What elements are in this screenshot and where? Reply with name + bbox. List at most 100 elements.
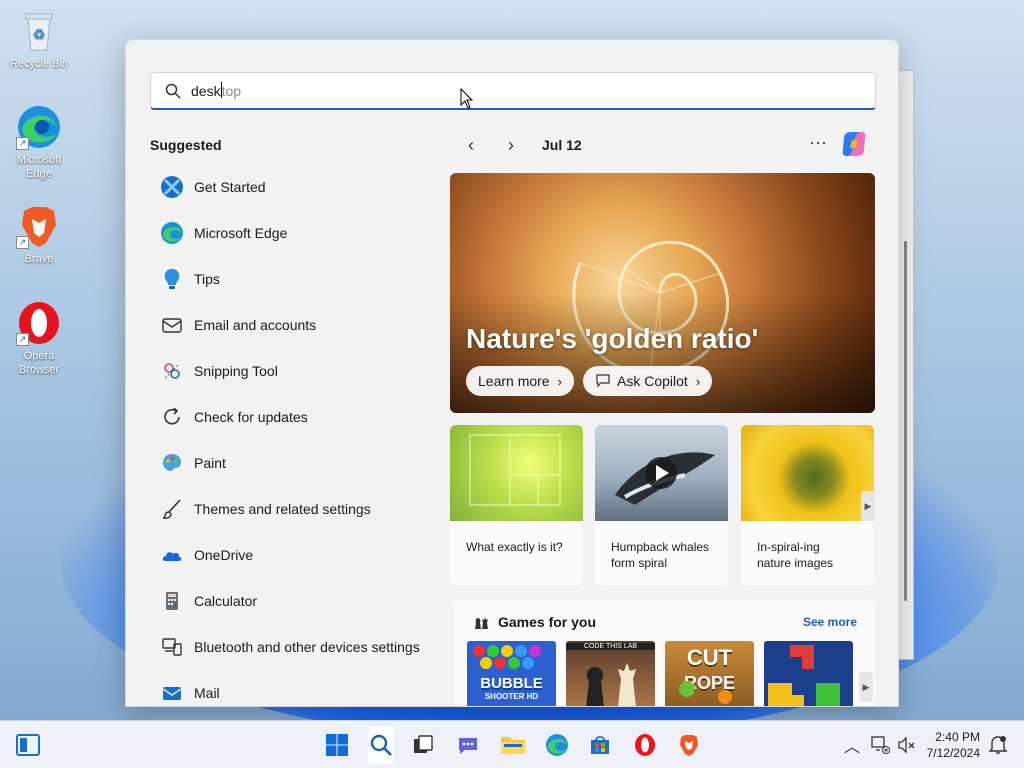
edge-icon — [546, 734, 568, 756]
suggested-item-label: Microsoft Edge — [194, 225, 288, 241]
mouse-pointer-icon — [460, 88, 474, 109]
suggested-item-label: Paint — [194, 455, 226, 471]
task-view-button[interactable] — [409, 731, 437, 759]
desktop-icon-microsoft-edge[interactable]: ↗ Microsoft Edge — [4, 104, 74, 181]
suggested-item-snipping-tool[interactable]: Snipping Tool — [150, 348, 440, 394]
suggested-item-tips[interactable]: Tips — [150, 256, 440, 302]
see-more-link[interactable]: See more — [803, 615, 857, 629]
game-tile-chess[interactable]: CODE THIS LAB — [566, 641, 655, 706]
search-icon — [165, 83, 181, 99]
suggested-item-onedrive[interactable]: OneDrive — [150, 532, 440, 578]
microsoft-store-button[interactable] — [586, 731, 614, 759]
search-autocomplete-text: top — [221, 82, 242, 99]
search-input[interactable]: desk top — [150, 72, 876, 110]
highlight-card[interactable]: Humpback whales form spiral — [595, 425, 728, 585]
clock-date: 7/12/2024 — [926, 746, 980, 760]
brave-lion-icon — [680, 735, 698, 756]
chess-pieces-icon — [475, 617, 488, 629]
taskbar-edge-button[interactable] — [543, 731, 571, 759]
volume-button[interactable] — [892, 731, 920, 759]
highlight-card[interactable]: What exactly is it? — [450, 425, 583, 585]
chevron-up-icon: ︿ — [843, 739, 860, 756]
shortcut-arrow-icon: ↗ — [16, 137, 29, 150]
widgets-button[interactable] — [14, 731, 42, 759]
desktop-icon-recycle-bin[interactable]: ♻ Recycle Bin — [4, 8, 74, 71]
mail-icon — [160, 681, 184, 705]
ask-copilot-label: Ask Copilot — [617, 373, 688, 389]
desktop-icon-label: Brave — [24, 253, 54, 265]
game-tile-bubble-shooter[interactable]: BUBBLE SHOOTER HD — [467, 641, 556, 706]
chevron-right-icon: › — [557, 373, 562, 389]
desktop-icon-label: Edge — [26, 168, 52, 180]
ask-copilot-button[interactable]: Ask Copilot › — [583, 366, 713, 396]
sunflower-image — [741, 425, 874, 521]
system-clock[interactable]: 2:40 PM 7/12/2024 — [927, 729, 980, 761]
game-tile-cut-the-rope[interactable]: CUT ROPE — [665, 641, 754, 706]
edge-icon: ↗ — [16, 104, 62, 150]
games-section: Games for you See more BUBBLE SHOOTER HD… — [454, 600, 875, 706]
suggested-item-calculator[interactable]: Calculator — [150, 578, 440, 624]
games-scroll-right-button[interactable]: ▶ — [859, 672, 873, 702]
taskbar-opera-button[interactable] — [631, 731, 659, 759]
tips-icon — [160, 267, 184, 291]
notifications-button[interactable] — [984, 731, 1012, 759]
notification-bell-icon — [988, 736, 1008, 754]
search-typed-text: desk — [191, 82, 221, 99]
start-button[interactable] — [323, 731, 351, 759]
learn-more-button[interactable]: Learn more › — [466, 366, 574, 396]
suggested-item-check-updates[interactable]: Check for updates — [150, 394, 440, 440]
game-tile-title: BUBBLE — [480, 675, 543, 692]
suggested-item-paint[interactable]: Paint — [150, 440, 440, 486]
network-status-button[interactable] — [866, 731, 894, 759]
suggested-item-mail[interactable]: Mail — [150, 670, 440, 706]
brave-lion-icon: ↗ — [16, 203, 62, 249]
paint-icon — [160, 451, 184, 475]
suggested-item-bluetooth-devices[interactable]: Bluetooth and other devices settings — [150, 624, 440, 670]
suggested-item-label: Snipping Tool — [194, 363, 278, 379]
game-tile-title: CODE THIS LAB — [566, 643, 655, 650]
suggested-item-label: Themes and related settings — [194, 501, 371, 517]
opera-icon — [635, 734, 655, 756]
caption-line: What exactly is it? — [466, 540, 563, 554]
file-explorer-button[interactable] — [499, 731, 527, 759]
taskbar-brave-button[interactable] — [675, 731, 703, 759]
search-button[interactable] — [367, 731, 395, 759]
desktop-icon-label: Opera — [23, 350, 55, 362]
golden-ratio-image — [450, 425, 583, 521]
suggested-item-label: Check for updates — [194, 409, 308, 425]
game-tile-blocks[interactable] — [764, 641, 853, 706]
highlight-cards: What exactly is it? Humpback whales form … — [450, 425, 875, 585]
snipping-tool-icon — [160, 359, 184, 383]
show-hidden-icons-button[interactable]: ︿ — [838, 731, 866, 759]
desktop-icon-brave[interactable]: ↗ Brave — [4, 203, 74, 266]
folder-icon — [501, 737, 525, 754]
suggested-item-microsoft-edge[interactable]: Microsoft Edge — [150, 210, 440, 256]
brush-icon — [160, 497, 184, 521]
hero-card[interactable]: Nature's 'golden ratio' Learn more › Ask … — [450, 173, 875, 413]
copilot-icon[interactable] — [838, 128, 870, 160]
suggested-item-get-started[interactable]: Get Started — [150, 164, 440, 210]
suggested-item-themes[interactable]: Themes and related settings — [150, 486, 440, 532]
more-options-button[interactable]: ··· — [806, 132, 830, 156]
previous-day-button[interactable]: ‹ — [456, 132, 486, 158]
highlight-card[interactable]: In-spiral-ing nature images — [741, 425, 874, 585]
refresh-icon — [160, 405, 184, 429]
desktop-icon-label: Microsoft — [16, 154, 62, 166]
highlight-card-caption: Humpback whales form spiral — [595, 521, 728, 571]
desktop-icon-opera[interactable]: ↗ Opera Browser — [4, 300, 74, 377]
next-day-button[interactable]: › — [496, 132, 526, 158]
chat-bubble-icon — [595, 372, 611, 391]
hero-title: Nature's 'golden ratio' — [466, 323, 759, 354]
teams-chat-button[interactable] — [454, 731, 482, 759]
caption-line: In-spiral-ing — [757, 540, 820, 554]
network-icon — [871, 736, 890, 754]
taskbar: ︿ 2:40 PM 7/12/2024 — [0, 720, 1024, 768]
background-scrollbar — [904, 241, 907, 601]
widgets-icon — [16, 734, 40, 756]
scroll-right-button[interactable]: ▶ — [861, 491, 875, 521]
suggested-item-email-accounts[interactable]: Email and accounts — [150, 302, 440, 348]
suggested-heading: Suggested — [150, 137, 222, 153]
search-panel: desk top Suggested Get Started Microsoft … — [125, 39, 899, 707]
caption-line: Humpback whales — [611, 540, 710, 554]
mail-outline-icon — [160, 313, 184, 337]
